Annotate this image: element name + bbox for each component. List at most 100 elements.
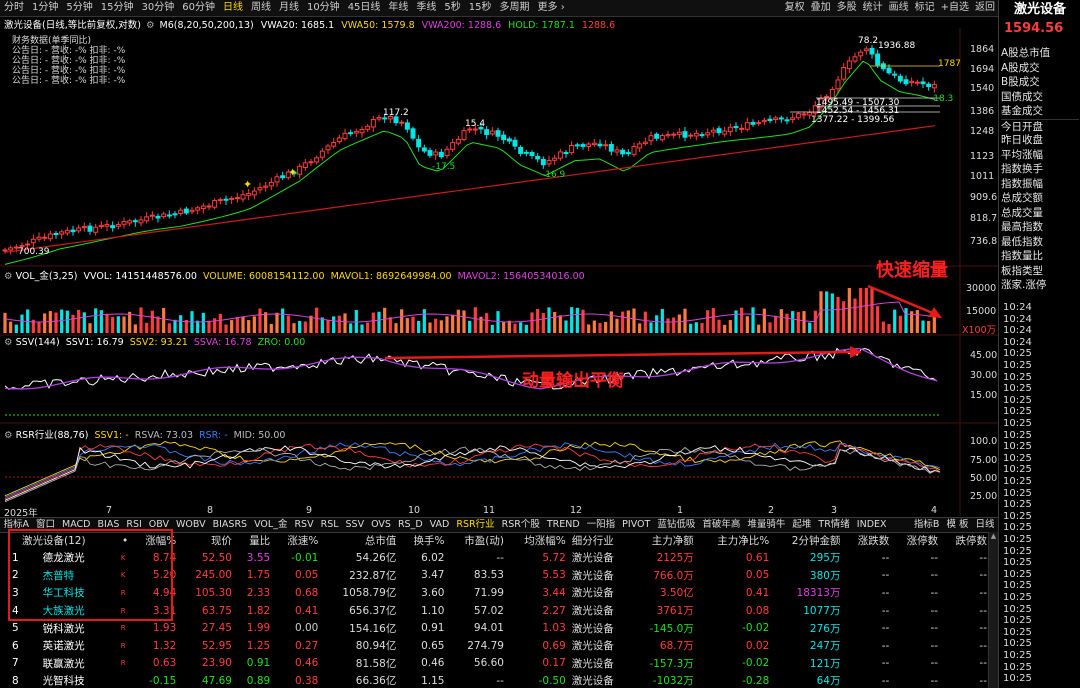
tick-time: 10:24 xyxy=(1003,336,1032,348)
index-stat-item[interactable]: A股总市值 xyxy=(1001,46,1079,61)
table-row[interactable]: 7 联赢激光 R 0.63 23.90 0.91 0.46 81.58亿 0.46 56.60 0.… xyxy=(0,655,990,673)
toolbar-action-button[interactable]: 标记 xyxy=(912,0,938,16)
indicator-tab[interactable]: WOBV xyxy=(173,518,210,532)
table-scrollbar[interactable]: ▲ xyxy=(988,532,998,688)
period-tab[interactable]: 10分钟 xyxy=(303,0,344,16)
ssv-gear-icon[interactable]: ⚙ xyxy=(4,337,13,348)
period-tab[interactable]: 60分钟 xyxy=(178,0,219,16)
index-stat-item[interactable]: 总成交额 xyxy=(1001,191,1079,206)
period-tab[interactable]: 年线 xyxy=(384,0,412,16)
index-stat-item[interactable]: 平均涨幅 xyxy=(1001,148,1079,163)
table-row[interactable]: 8 光智科技 -0.15 47.69 0.89 0.38 66.36亿 1.15 -- -0.50… xyxy=(0,672,990,688)
index-stat-item[interactable]: 国债成交 xyxy=(1001,90,1079,105)
table-header-cell[interactable]: 均涨幅% xyxy=(507,532,569,549)
table-cell: 6 xyxy=(12,639,19,652)
indicator-tab[interactable]: RSR行业 xyxy=(453,518,498,532)
table-cell: -- xyxy=(930,657,939,670)
table-header-cell[interactable]: 现价 xyxy=(179,532,235,549)
indicator-tab[interactable]: PIVOT xyxy=(619,518,654,532)
table-header-cell[interactable]: 量比 xyxy=(235,532,273,549)
indicator-tab[interactable]: OVS xyxy=(368,518,395,532)
period-tab[interactable]: 5分钟 xyxy=(62,0,96,16)
toolbar-action-button[interactable]: 叠加 xyxy=(808,0,834,16)
table-header-cell[interactable]: 涨跌数 xyxy=(843,532,892,549)
table-header-cell[interactable]: 总市值 xyxy=(321,532,399,549)
index-stat-item[interactable]: 最高指数 xyxy=(1001,220,1079,235)
indicator-tab[interactable]: 堆量骑牛 xyxy=(744,518,789,532)
indicator-tab[interactable]: RSV xyxy=(291,518,317,532)
period-tab[interactable]: 更多 › xyxy=(534,0,569,16)
period-tab[interactable]: 日线 xyxy=(219,0,247,16)
table-header-cell[interactable]: 主力净额 xyxy=(631,532,697,549)
indicator-tab-right[interactable]: 模 板 xyxy=(943,518,972,532)
scroll-up-icon[interactable]: ▲ xyxy=(990,532,997,540)
table-header-cell[interactable]: 市盈(动) xyxy=(447,532,506,549)
indicator-tab[interactable]: TREND xyxy=(543,518,583,532)
table-header-cell[interactable]: 涨速% xyxy=(273,532,321,549)
indicator-tab[interactable]: RS_D xyxy=(394,518,426,532)
table-header-cell[interactable]: 细分行业 xyxy=(569,532,631,549)
indicator-tab[interactable]: VOL_金 xyxy=(251,518,291,532)
period-tab[interactable]: 1分钟 xyxy=(28,0,62,16)
toolbar-action-button[interactable]: 统计 xyxy=(860,0,886,16)
toolbar-action-button[interactable]: 返回 xyxy=(972,0,998,16)
period-tab[interactable]: 15秒 xyxy=(465,0,496,16)
index-stat-item[interactable]: B股成交 xyxy=(1001,75,1079,90)
table-cell: 英诺激光 xyxy=(42,640,85,653)
table-cell: -- xyxy=(496,551,504,564)
table-header-cell[interactable]: 换手% xyxy=(399,532,447,549)
index-stat-item[interactable]: A股成交 xyxy=(1001,61,1079,76)
indicator-tab-right[interactable]: 指标B xyxy=(910,518,943,532)
indicator-tab[interactable]: INDEX xyxy=(853,518,890,532)
tick-time: 10:25 xyxy=(1003,360,1032,371)
price-axis-label: 1386 xyxy=(970,106,995,117)
rsr-gear-icon[interactable]: ⚙ xyxy=(4,430,13,441)
indicator-tab[interactable]: SSV xyxy=(342,518,368,532)
period-tab[interactable]: 45日线 xyxy=(344,0,385,16)
indicator-tab[interactable]: 首破年高 xyxy=(699,518,744,532)
indicator-tab[interactable]: RSL xyxy=(317,518,342,532)
table-cell: -- xyxy=(979,622,987,635)
toolbar-action-button[interactable]: 多股 xyxy=(834,0,860,16)
indicator-tab[interactable]: TR情绪 xyxy=(815,518,853,532)
table-cell: 71.99 xyxy=(473,586,504,599)
toolbar-action-button[interactable]: 复权 xyxy=(782,0,808,16)
indicator-tab-right[interactable]: 日线 xyxy=(972,518,998,532)
indicator-tab[interactable]: 一阳指 xyxy=(583,518,619,532)
index-stat-item[interactable]: 指数振幅 xyxy=(1001,177,1079,192)
period-tab[interactable]: 季线 xyxy=(412,0,440,16)
period-tab[interactable]: 多周期 xyxy=(496,0,534,16)
vol-gear-icon[interactable]: ⚙ xyxy=(4,271,13,282)
indicator-tab[interactable]: VAD xyxy=(426,518,453,532)
toolbar-action-button[interactable]: 画线 xyxy=(886,0,912,16)
table-cell: 63.75 xyxy=(201,604,232,617)
table-row[interactable]: 6 英诺激光 R 1.32 52.95 1.25 0.27 80.94亿 0.65 274.79 0… xyxy=(0,637,990,655)
indicator-tab[interactable]: RSR个股 xyxy=(498,518,543,532)
index-stat-item[interactable]: 最低指数 xyxy=(1001,235,1079,250)
index-stat-item[interactable]: 指数量比 xyxy=(1001,249,1079,264)
table-header-cell[interactable]: 主力净比% xyxy=(697,532,772,549)
index-stat-item[interactable]: 指数换手 xyxy=(1001,162,1079,177)
index-stat-item[interactable]: 板指类型 xyxy=(1001,264,1079,279)
table-header-cell[interactable]: 涨停数 xyxy=(892,532,941,549)
table-row[interactable]: 5 锐科激光 R 1.93 27.45 1.99 0.00 154.16亿 0.91 94.01 1… xyxy=(0,619,990,637)
index-stat-item[interactable]: 基金成交 xyxy=(1001,104,1079,119)
index-stat-item[interactable]: 昨日收盘 xyxy=(1001,133,1079,148)
indicator-tab[interactable]: 蓝钻低吸 xyxy=(654,518,699,532)
table-cell: -- xyxy=(930,586,939,599)
tick-time: 10:25 xyxy=(1003,626,1032,638)
table-header-cell[interactable]: 2分钟金额 xyxy=(772,532,843,549)
table-header-cell[interactable]: 跌停数 xyxy=(941,532,990,549)
index-stat-item[interactable]: 总成交量 xyxy=(1001,206,1079,221)
period-tab[interactable]: 5秒 xyxy=(440,0,464,16)
index-stat-item[interactable]: 涨家.涨停 xyxy=(1001,278,1079,293)
period-tab[interactable]: 周线 xyxy=(247,0,275,16)
period-tab[interactable]: 30分钟 xyxy=(137,0,178,16)
indicator-tab[interactable]: BIASRS xyxy=(209,518,250,532)
table-cell: -- xyxy=(979,586,987,599)
toolbar-action-button[interactable]: +自选 xyxy=(938,0,972,16)
period-tab[interactable]: 分时 xyxy=(0,0,28,16)
period-tab[interactable]: 月线 xyxy=(275,0,303,16)
indicator-tab[interactable]: 起堆 xyxy=(789,518,815,532)
period-tab[interactable]: 15分钟 xyxy=(97,0,138,16)
